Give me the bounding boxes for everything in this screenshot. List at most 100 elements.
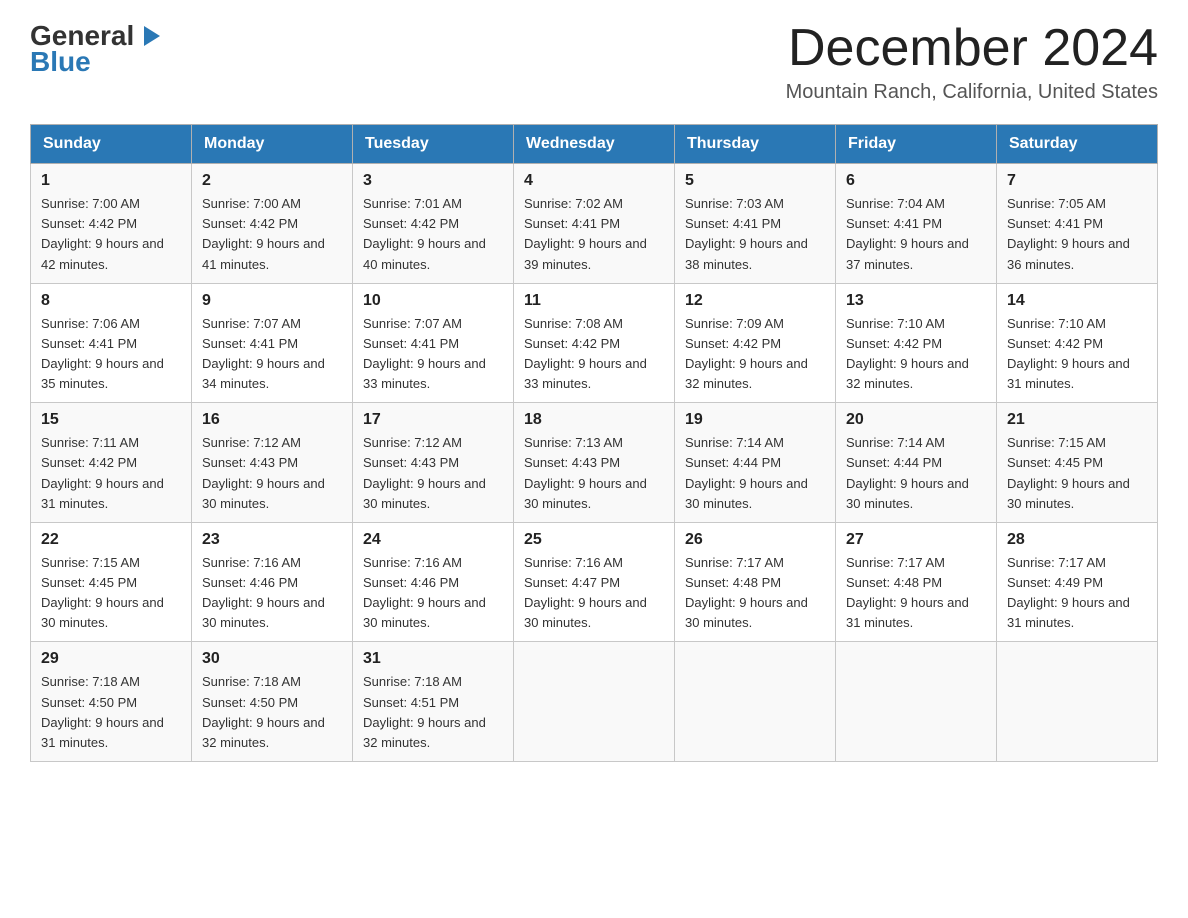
calendar-week-row: 1 Sunrise: 7:00 AM Sunset: 4:42 PM Dayli… [31, 164, 1158, 284]
day-info: Sunrise: 7:13 AM Sunset: 4:43 PM Dayligh… [524, 433, 664, 514]
day-number: 15 [41, 411, 181, 429]
col-sunday: Sunday [31, 125, 192, 164]
sunrise-label: Sunrise: 7:18 AM [41, 674, 140, 689]
calendar-cell [514, 642, 675, 762]
calendar-cell: 1 Sunrise: 7:00 AM Sunset: 4:42 PM Dayli… [31, 164, 192, 284]
day-info: Sunrise: 7:10 AM Sunset: 4:42 PM Dayligh… [846, 314, 986, 395]
calendar-cell [997, 642, 1158, 762]
calendar-cell: 8 Sunrise: 7:06 AM Sunset: 4:41 PM Dayli… [31, 283, 192, 403]
sunset-label: Sunset: 4:50 PM [202, 695, 298, 710]
daylight-label: Daylight: 9 hours and 42 minutes. [41, 236, 164, 271]
day-info: Sunrise: 7:12 AM Sunset: 4:43 PM Dayligh… [202, 433, 342, 514]
sunrise-label: Sunrise: 7:03 AM [685, 196, 784, 211]
sunset-label: Sunset: 4:42 PM [363, 216, 459, 231]
daylight-label: Daylight: 9 hours and 30 minutes. [363, 595, 486, 630]
daylight-label: Daylight: 9 hours and 30 minutes. [202, 595, 325, 630]
daylight-label: Daylight: 9 hours and 31 minutes. [41, 476, 164, 511]
logo-blue-text: Blue [30, 46, 91, 78]
calendar-cell: 13 Sunrise: 7:10 AM Sunset: 4:42 PM Dayl… [836, 283, 997, 403]
calendar-body: 1 Sunrise: 7:00 AM Sunset: 4:42 PM Dayli… [31, 164, 1158, 762]
daylight-label: Daylight: 9 hours and 32 minutes. [202, 715, 325, 750]
day-info: Sunrise: 7:09 AM Sunset: 4:42 PM Dayligh… [685, 314, 825, 395]
sunset-label: Sunset: 4:51 PM [363, 695, 459, 710]
day-number: 11 [524, 292, 664, 310]
sunrise-label: Sunrise: 7:11 AM [41, 435, 139, 450]
daylight-label: Daylight: 9 hours and 31 minutes. [846, 595, 969, 630]
daylight-label: Daylight: 9 hours and 41 minutes. [202, 236, 325, 271]
daylight-label: Daylight: 9 hours and 31 minutes. [41, 715, 164, 750]
logo: General Blue [30, 20, 164, 78]
calendar-week-row: 22 Sunrise: 7:15 AM Sunset: 4:45 PM Dayl… [31, 522, 1158, 642]
calendar-cell: 7 Sunrise: 7:05 AM Sunset: 4:41 PM Dayli… [997, 164, 1158, 284]
calendar-cell [836, 642, 997, 762]
day-info: Sunrise: 7:04 AM Sunset: 4:41 PM Dayligh… [846, 194, 986, 275]
sunset-label: Sunset: 4:42 PM [846, 336, 942, 351]
day-number: 18 [524, 411, 664, 429]
sunrise-label: Sunrise: 7:16 AM [363, 555, 462, 570]
day-number: 28 [1007, 531, 1147, 549]
daylight-label: Daylight: 9 hours and 35 minutes. [41, 356, 164, 391]
sunrise-label: Sunrise: 7:15 AM [41, 555, 140, 570]
daylight-label: Daylight: 9 hours and 30 minutes. [202, 476, 325, 511]
calendar-cell: 9 Sunrise: 7:07 AM Sunset: 4:41 PM Dayli… [192, 283, 353, 403]
day-number: 29 [41, 650, 181, 668]
day-info: Sunrise: 7:16 AM Sunset: 4:46 PM Dayligh… [202, 553, 342, 634]
calendar-cell: 30 Sunrise: 7:18 AM Sunset: 4:50 PM Dayl… [192, 642, 353, 762]
sunrise-label: Sunrise: 7:09 AM [685, 316, 784, 331]
daylight-label: Daylight: 9 hours and 30 minutes. [685, 476, 808, 511]
location-subtitle: Mountain Ranch, California, United State… [786, 81, 1158, 104]
sunset-label: Sunset: 4:41 PM [202, 336, 298, 351]
col-wednesday: Wednesday [514, 125, 675, 164]
sunrise-label: Sunrise: 7:13 AM [524, 435, 623, 450]
sunset-label: Sunset: 4:44 PM [685, 455, 781, 470]
day-number: 23 [202, 531, 342, 549]
sunrise-label: Sunrise: 7:14 AM [846, 435, 945, 450]
daylight-label: Daylight: 9 hours and 36 minutes. [1007, 236, 1130, 271]
day-info: Sunrise: 7:07 AM Sunset: 4:41 PM Dayligh… [363, 314, 503, 395]
sunrise-label: Sunrise: 7:12 AM [202, 435, 301, 450]
daylight-label: Daylight: 9 hours and 30 minutes. [524, 476, 647, 511]
calendar-cell: 24 Sunrise: 7:16 AM Sunset: 4:46 PM Dayl… [353, 522, 514, 642]
day-number: 20 [846, 411, 986, 429]
sunset-label: Sunset: 4:44 PM [846, 455, 942, 470]
calendar-cell: 16 Sunrise: 7:12 AM Sunset: 4:43 PM Dayl… [192, 403, 353, 523]
col-thursday: Thursday [675, 125, 836, 164]
daylight-label: Daylight: 9 hours and 34 minutes. [202, 356, 325, 391]
sunset-label: Sunset: 4:43 PM [363, 455, 459, 470]
day-number: 4 [524, 172, 664, 190]
sunset-label: Sunset: 4:48 PM [846, 575, 942, 590]
sunrise-label: Sunrise: 7:00 AM [202, 196, 301, 211]
day-number: 22 [41, 531, 181, 549]
sunset-label: Sunset: 4:42 PM [524, 336, 620, 351]
calendar-cell: 31 Sunrise: 7:18 AM Sunset: 4:51 PM Dayl… [353, 642, 514, 762]
calendar-cell: 21 Sunrise: 7:15 AM Sunset: 4:45 PM Dayl… [997, 403, 1158, 523]
daylight-label: Daylight: 9 hours and 31 minutes. [1007, 356, 1130, 391]
calendar-cell: 15 Sunrise: 7:11 AM Sunset: 4:42 PM Dayl… [31, 403, 192, 523]
day-number: 21 [1007, 411, 1147, 429]
sunrise-label: Sunrise: 7:14 AM [685, 435, 784, 450]
calendar-cell: 11 Sunrise: 7:08 AM Sunset: 4:42 PM Dayl… [514, 283, 675, 403]
day-number: 2 [202, 172, 342, 190]
daylight-label: Daylight: 9 hours and 31 minutes. [1007, 595, 1130, 630]
daylight-label: Daylight: 9 hours and 32 minutes. [363, 715, 486, 750]
calendar-cell: 17 Sunrise: 7:12 AM Sunset: 4:43 PM Dayl… [353, 403, 514, 523]
calendar-cell [675, 642, 836, 762]
day-number: 7 [1007, 172, 1147, 190]
daylight-label: Daylight: 9 hours and 30 minutes. [363, 476, 486, 511]
sunrise-label: Sunrise: 7:05 AM [1007, 196, 1106, 211]
sunset-label: Sunset: 4:46 PM [202, 575, 298, 590]
sunset-label: Sunset: 4:43 PM [202, 455, 298, 470]
calendar-cell: 25 Sunrise: 7:16 AM Sunset: 4:47 PM Dayl… [514, 522, 675, 642]
sunrise-label: Sunrise: 7:12 AM [363, 435, 462, 450]
sunrise-label: Sunrise: 7:18 AM [363, 674, 462, 689]
day-info: Sunrise: 7:06 AM Sunset: 4:41 PM Dayligh… [41, 314, 181, 395]
day-number: 24 [363, 531, 503, 549]
sunset-label: Sunset: 4:48 PM [685, 575, 781, 590]
sunrise-label: Sunrise: 7:18 AM [202, 674, 301, 689]
calendar-week-row: 29 Sunrise: 7:18 AM Sunset: 4:50 PM Dayl… [31, 642, 1158, 762]
calendar-cell: 19 Sunrise: 7:14 AM Sunset: 4:44 PM Dayl… [675, 403, 836, 523]
sunrise-label: Sunrise: 7:07 AM [363, 316, 462, 331]
day-info: Sunrise: 7:17 AM Sunset: 4:49 PM Dayligh… [1007, 553, 1147, 634]
calendar-week-row: 15 Sunrise: 7:11 AM Sunset: 4:42 PM Dayl… [31, 403, 1158, 523]
day-number: 17 [363, 411, 503, 429]
